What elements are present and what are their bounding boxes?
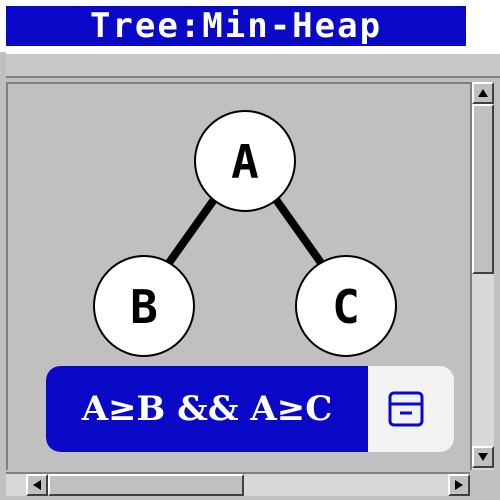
canvas-viewport: A B C A≥B && A≥C [6,82,470,470]
tree-node-a[interactable]: A [194,110,296,212]
arrow-left-icon[interactable] [26,474,48,496]
tree-node-c[interactable]: C [295,255,397,357]
arrow-right-icon[interactable] [448,474,470,496]
banner-main: A≥B && A≥C [46,366,368,452]
vertical-scrollbar[interactable] [470,82,494,470]
heap-property-banner: A≥B && A≥C [46,366,454,452]
tree-node-b[interactable]: B [93,255,195,357]
scrollbar-corner [470,472,500,500]
node-c-label: C [332,280,360,334]
horizontal-scrollbar[interactable] [6,472,470,496]
heap-property-text: A≥B && A≥C [81,389,333,429]
app-window: Tree:Min-Heap A B C A≥B && A≥C [0,0,500,500]
window-title: Tree:Min-Heap [89,6,383,46]
archive-icon[interactable] [388,391,424,427]
node-a-label: A [231,135,259,189]
arrow-up-icon[interactable] [472,82,494,104]
title-bar-inner: Tree:Min-Heap [6,6,466,46]
vertical-scroll-thumb[interactable] [472,104,494,274]
arrow-down-icon[interactable] [472,446,494,468]
horizontal-scroll-thumb[interactable] [48,474,244,496]
menu-bar [6,52,500,78]
title-bar[interactable]: Tree:Min-Heap [0,0,500,52]
node-b-label: B [130,280,158,334]
